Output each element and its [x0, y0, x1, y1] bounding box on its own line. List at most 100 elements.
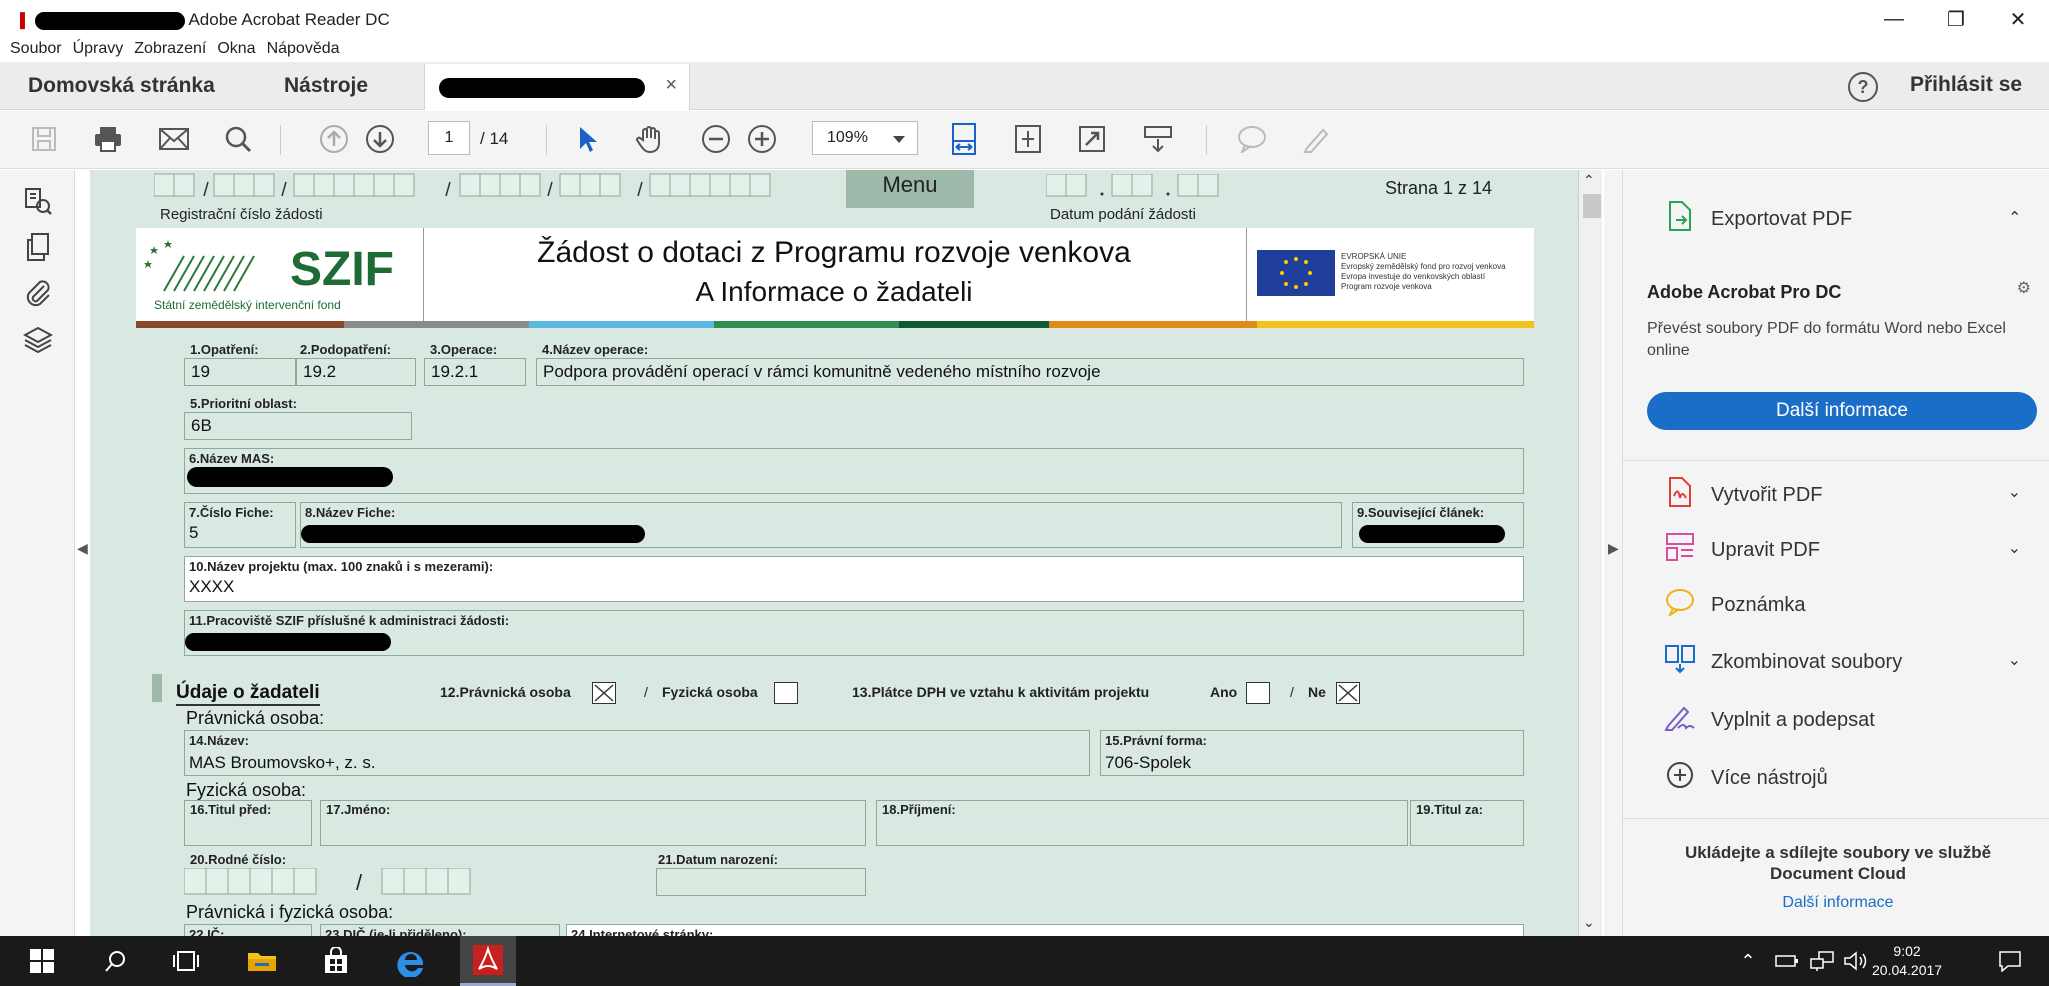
cloud-settings-icon[interactable]: ⚙ — [2017, 278, 2031, 298]
more-info-button[interactable]: Další informace — [1647, 392, 2037, 430]
system-clock[interactable]: 9:02 20.04.2017 — [1872, 942, 1942, 980]
edge-browser-icon[interactable] — [392, 944, 430, 978]
full-screen-icon[interactable] — [1074, 121, 1110, 157]
f16-field[interactable] — [184, 800, 312, 846]
highlight-pen-icon[interactable] — [1298, 121, 1334, 157]
comment-icon[interactable] — [1234, 121, 1270, 157]
fill-sign-item[interactable]: Vyplnit a podepsat — [1663, 702, 1875, 739]
f5-field[interactable]: 6B — [184, 412, 412, 440]
collapse-right-arrow-icon[interactable]: ▶ — [1608, 540, 1619, 557]
f20-field[interactable] — [183, 867, 510, 903]
f17-field[interactable] — [320, 800, 866, 846]
windows-start-icon[interactable] — [24, 944, 60, 978]
volume-icon[interactable] — [1842, 944, 1870, 978]
page-number-input[interactable]: 1 — [428, 121, 470, 155]
f23-field[interactable]: 23.DIČ (je-li přiděleno): — [320, 924, 560, 936]
battery-icon[interactable] — [1774, 944, 1800, 978]
export-pdf-item[interactable]: Exportovat PDF — [1663, 200, 1852, 239]
hand-tool-icon[interactable] — [632, 121, 668, 157]
tab-document[interactable]: × — [424, 64, 690, 110]
acrobat-taskbar-icon[interactable] — [460, 936, 516, 986]
menu-zobrazeni[interactable]: Zobrazení — [134, 36, 206, 62]
print-icon[interactable] — [90, 121, 126, 157]
page-thumbnails-icon[interactable] — [20, 186, 56, 222]
vat-no-checkbox[interactable] — [1336, 682, 1360, 704]
f4-field[interactable]: Podpora provádění operací v rámci komuni… — [536, 358, 1524, 386]
minimize-button[interactable]: — — [1863, 0, 1925, 38]
f21-field[interactable] — [656, 868, 866, 896]
zoom-in-icon[interactable] — [744, 121, 780, 157]
more-tools-item[interactable]: Více nástrojů — [1663, 760, 1828, 797]
f9-field[interactable]: 9.Související článek: — [1352, 502, 1524, 548]
next-page-icon[interactable] — [362, 121, 398, 157]
pages-copy-icon[interactable] — [20, 232, 56, 268]
edit-chevron-icon[interactable]: ⌄ — [2008, 538, 2021, 558]
combine-chevron-icon[interactable]: ⌄ — [2008, 650, 2021, 670]
fit-page-icon[interactable] — [1010, 121, 1046, 157]
f6-field[interactable]: 6.Název MAS: — [184, 448, 1524, 494]
prev-page-icon[interactable] — [316, 121, 352, 157]
attachment-icon[interactable] — [20, 278, 56, 314]
close-window-button[interactable]: ✕ — [1987, 0, 2049, 38]
f1-field[interactable]: 19 — [184, 358, 296, 386]
registration-number-boxes[interactable] — [153, 170, 904, 202]
f15-field[interactable]: 15.Právní forma: 706-Spolek — [1100, 730, 1524, 776]
f24-field[interactable]: 24.Internetové stránky: — [566, 924, 1524, 936]
scroll-thumb[interactable] — [1583, 194, 1601, 218]
eu-text-4: Program rozvoje venkova — [1341, 282, 1432, 291]
layers-icon[interactable] — [20, 324, 56, 360]
legal-person-checkbox[interactable] — [592, 682, 616, 704]
search-taskbar-icon[interactable] — [98, 944, 134, 978]
menu-soubor[interactable]: Soubor — [10, 36, 62, 62]
file-explorer-icon[interactable] — [244, 944, 280, 978]
f7-field[interactable]: 7.Číslo Fiche: 5 — [184, 502, 296, 548]
mail-icon[interactable] — [156, 121, 192, 157]
sign-in-link[interactable]: Přihlásit se — [1910, 73, 2022, 97]
tab-tools[interactable]: Nástroje — [284, 74, 368, 98]
zoom-out-icon[interactable] — [698, 121, 734, 157]
create-pdf-item[interactable]: Vytvořit PDF — [1663, 476, 1823, 515]
f10-field[interactable]: 10.Název projektu (max. 100 znaků i s me… — [184, 556, 1524, 602]
create-chevron-icon[interactable]: ⌄ — [2008, 482, 2021, 502]
vat-yes-checkbox[interactable] — [1246, 682, 1270, 704]
edit-pdf-item[interactable]: Upravit PDF — [1663, 532, 1820, 569]
f19-field[interactable] — [1410, 800, 1524, 846]
f11-field[interactable]: 11.Pracoviště SZIF příslušné k administr… — [184, 610, 1524, 656]
vertical-scrollbar[interactable]: ⌃ ⌄ — [1578, 170, 1602, 936]
f2-field[interactable]: 19.2 — [296, 358, 416, 386]
restore-button[interactable]: ❐ — [1925, 0, 1987, 38]
network-icon[interactable] — [1808, 944, 1836, 978]
scroll-mode-icon[interactable] — [1140, 121, 1176, 157]
select-cursor-icon[interactable] — [572, 121, 604, 157]
natural-person-checkbox[interactable] — [774, 682, 798, 704]
search-icon[interactable] — [220, 121, 256, 157]
menu-okna[interactable]: Okna — [217, 36, 255, 62]
scroll-down-icon[interactable]: ⌄ — [1583, 914, 1595, 931]
f22-field[interactable]: 22.IČ: — [184, 924, 312, 936]
combine-files-item[interactable]: Zkombinovat soubory — [1663, 644, 1902, 681]
f14-field[interactable]: 14.Název: MAS Broumovsko+, z. s. — [184, 730, 1090, 776]
zoom-select[interactable]: 109% — [812, 121, 918, 155]
collapse-left-arrow-icon[interactable]: ◀ — [77, 540, 88, 557]
tray-chevron-icon[interactable]: ⌃ — [1738, 944, 1758, 978]
menu-upravy[interactable]: Úpravy — [73, 36, 124, 62]
store-icon[interactable] — [318, 944, 354, 978]
action-center-icon[interactable] — [1994, 944, 2026, 978]
save-icon[interactable] — [28, 121, 60, 157]
export-chevron-icon[interactable]: ⌄ — [2008, 206, 2021, 226]
cloud-more-info-link[interactable]: Další informace — [1653, 894, 2023, 912]
menu-napoveda[interactable]: Nápověda — [267, 36, 340, 62]
close-tab-icon[interactable]: × — [665, 74, 677, 97]
help-icon[interactable]: ? — [1848, 72, 1878, 102]
more-tools-label: Více nástrojů — [1711, 767, 1828, 789]
task-view-icon[interactable] — [168, 944, 204, 978]
f3-field[interactable]: 19.2.1 — [424, 358, 526, 386]
tab-home[interactable]: Domovská stránka — [28, 74, 215, 98]
f18-field[interactable] — [876, 800, 1408, 846]
comment-item[interactable]: Poznámka — [1663, 588, 1806, 623]
f8-field[interactable]: 8.Název Fiche: — [300, 502, 1342, 548]
fit-width-icon[interactable] — [946, 121, 982, 157]
date-boxes[interactable] — [1045, 173, 1236, 203]
menu-button[interactable]: Menu — [846, 170, 974, 208]
scroll-up-icon[interactable]: ⌃ — [1583, 172, 1595, 189]
